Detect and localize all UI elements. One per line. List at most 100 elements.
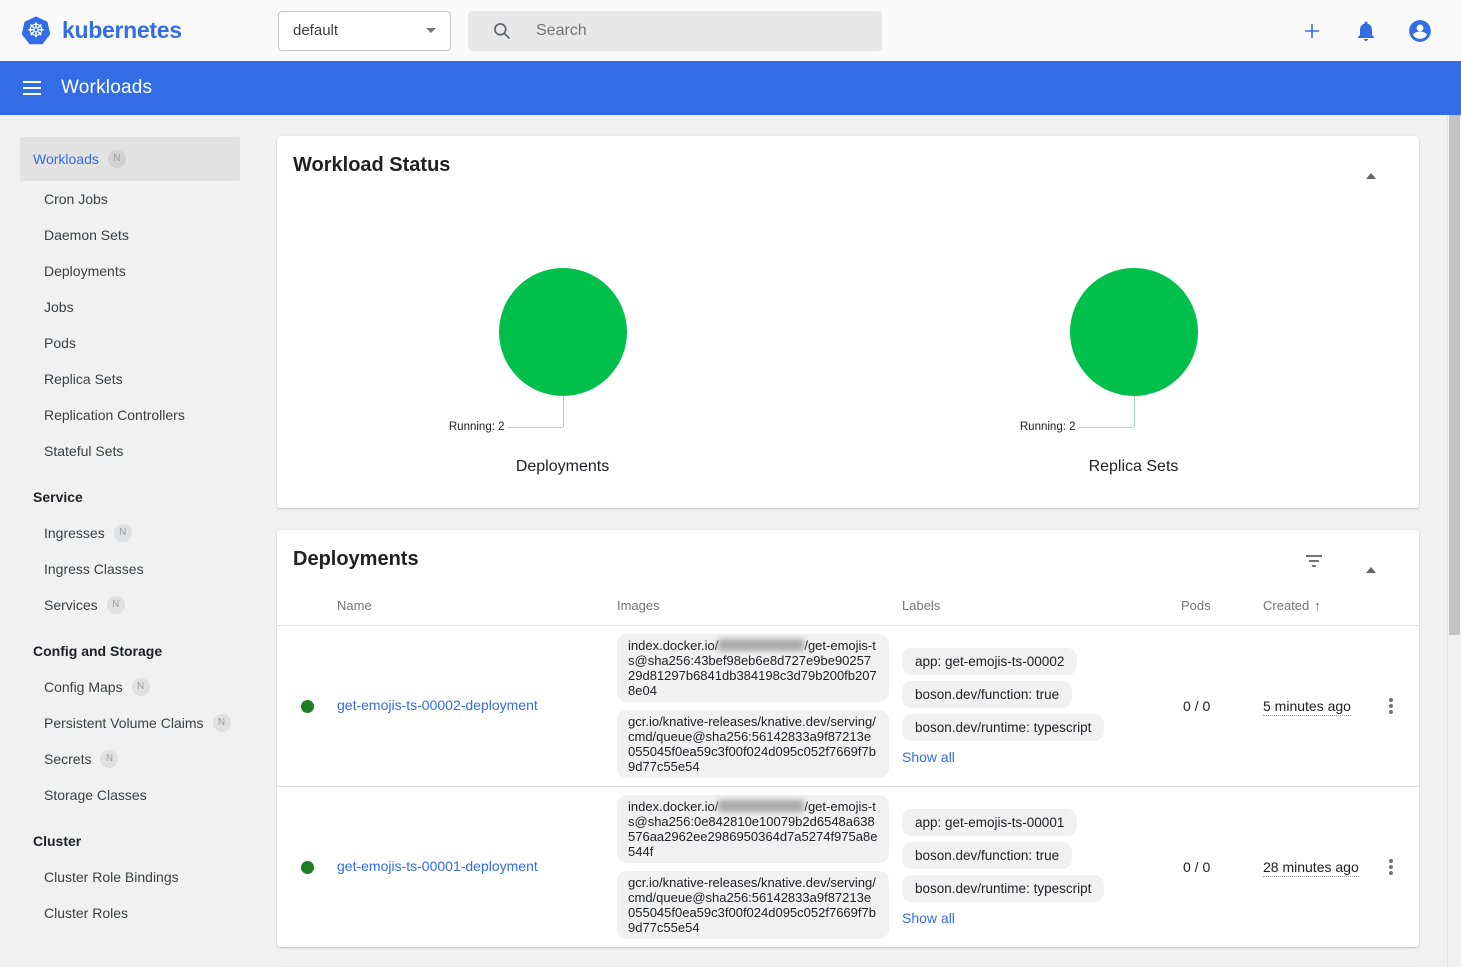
deployment-name-link[interactable]: get-emojis-ts-00002-deployment: [337, 697, 538, 713]
sidebar-item-cron-jobs[interactable]: Cron Jobs: [20, 181, 240, 217]
status-running-icon: [301, 700, 314, 713]
sidebar-item-label: Replica Sets: [44, 371, 123, 387]
sidebar-item-label: Config and Storage: [33, 643, 162, 659]
avatar-icon: [1407, 18, 1433, 44]
sidebar-item-label: Pods: [44, 335, 76, 351]
sidebar-item-label: Ingresses: [44, 525, 105, 541]
status-cell: [277, 861, 337, 874]
column-created[interactable]: Created ↑: [1263, 598, 1363, 613]
deployments-card: Deployments Name Images Labels Pods Crea…: [277, 530, 1419, 947]
label-chip: boson.dev/runtime: typescript: [902, 875, 1104, 902]
namespaced-badge: N: [114, 524, 132, 542]
image-chip: index.docker.io//get-emojis-ts@sha256:43…: [617, 634, 889, 702]
created-relative-time: 28 minutes ago: [1263, 859, 1359, 877]
chevron-up-icon: [1366, 552, 1376, 573]
column-name[interactable]: Name: [337, 598, 617, 613]
created-relative-time: 5 minutes ago: [1263, 698, 1351, 716]
helm-wheel-glyph: ☸: [20, 15, 52, 47]
search-input[interactable]: [536, 22, 836, 40]
label-chip: boson.dev/function: true: [902, 842, 1072, 869]
image-prefix: index.docker.io/: [628, 638, 718, 653]
column-images[interactable]: Images: [617, 598, 902, 613]
sidebar-item-label: Deployments: [44, 263, 126, 279]
workload-chart-replica-sets: Running: 2 Replica Sets: [848, 136, 1419, 508]
app-header: ☸ kubernetes default: [0, 0, 1461, 61]
main-content: Workload Status Running: 2 Deployments R…: [256, 115, 1440, 967]
deployment-name-link[interactable]: get-emojis-ts-00001-deployment: [337, 858, 538, 874]
sidebar-item-label: Daemon Sets: [44, 227, 129, 243]
charts-row: Running: 2 Deployments Running: 2 Replic…: [277, 136, 1419, 508]
sidebar-item-label: Storage Classes: [44, 787, 147, 803]
replica-sets-pie-chart: [1070, 268, 1198, 396]
show-all-labels-link[interactable]: Show all: [902, 749, 955, 765]
action-bar: Workloads: [0, 61, 1461, 115]
sidebar-item-label: Replication Controllers: [44, 407, 185, 423]
workload-chart-deployments: Running: 2 Deployments: [277, 136, 848, 508]
sidebar-item-daemon-sets[interactable]: Daemon Sets: [20, 217, 240, 253]
name-cell: get-emojis-ts-00001-deployment: [337, 858, 617, 876]
row-actions-menu-button[interactable]: [1385, 692, 1397, 720]
brand-name: kubernetes: [62, 17, 182, 44]
bell-icon: [1354, 19, 1378, 43]
sidebar-section-service: Service: [20, 479, 240, 515]
sidebar-item-label: Cluster Role Bindings: [44, 869, 179, 885]
sidebar-item-jobs[interactable]: Jobs: [20, 289, 240, 325]
page-title: Workloads: [61, 77, 152, 99]
create-resource-button[interactable]: [1299, 18, 1325, 44]
sidebar-nav: WorkloadsNCron Jobs Daemon Sets Deployment…: [0, 115, 256, 967]
created-cell: 28 minutes ago: [1263, 859, 1363, 875]
running-count-label: Running: 2: [1020, 421, 1076, 433]
status-cell: [277, 700, 337, 713]
page-scrollbar[interactable]: [1447, 115, 1461, 967]
chart-title: Replica Sets: [848, 458, 1419, 476]
sidebar-item-config-maps[interactable]: Config Maps N: [20, 669, 240, 705]
pods-cell: 0 / 0: [1181, 859, 1263, 875]
collapse-deployments-button[interactable]: [1363, 552, 1379, 564]
notifications-button[interactable]: [1353, 18, 1379, 44]
namespaced-badge: N: [132, 678, 150, 696]
deployments-title: Deployments: [293, 548, 419, 571]
sidebar-item-cluster-role-bindings[interactable]: Cluster Role Bindings: [20, 859, 240, 895]
callout-line-vertical: [563, 396, 564, 427]
menu-toggle-button[interactable]: [20, 76, 44, 100]
callout-line-horizontal: [1079, 427, 1134, 428]
deployments-pie-chart: [499, 268, 627, 396]
scrollbar-thumb[interactable]: [1449, 115, 1460, 635]
actions-cell: [1363, 692, 1419, 720]
name-cell: get-emojis-ts-00002-deployment: [337, 697, 617, 715]
sidebar-item-replication-controllers[interactable]: Replication Controllers: [20, 397, 240, 433]
sidebar-item-label: Persistent Volume Claims: [44, 715, 204, 731]
sidebar-item-label: Config Maps: [44, 679, 123, 695]
sidebar-item-pods[interactable]: Pods: [20, 325, 240, 361]
sidebar-item-label: Secrets: [44, 751, 91, 767]
sidebar-section-cluster: Cluster: [20, 823, 240, 859]
workload-status-card: Workload Status Running: 2 Deployments R…: [277, 136, 1419, 508]
sidebar-item-stateful-sets[interactable]: Stateful Sets: [20, 433, 240, 469]
sidebar-item-ingresses[interactable]: Ingresses N: [20, 515, 240, 551]
kebab-dot: [1389, 698, 1393, 702]
sidebar-item-ingress-classes[interactable]: Ingress Classes: [20, 551, 240, 587]
sidebar-item-storage-classes[interactable]: Storage Classes: [20, 777, 240, 813]
filter-button[interactable]: [1305, 555, 1323, 570]
column-labels[interactable]: Labels: [902, 598, 1181, 613]
column-pods[interactable]: Pods: [1181, 598, 1263, 613]
actions-cell: [1363, 853, 1419, 881]
search-box[interactable]: [468, 11, 882, 51]
sidebar-item-persistent-volume-claims[interactable]: Persistent Volume ClaimsN: [20, 705, 240, 741]
show-all-labels-link[interactable]: Show all: [902, 910, 955, 926]
sidebar-item-workloads[interactable]: WorkloadsN: [20, 137, 240, 181]
sidebar-item-services[interactable]: ServicesN: [20, 587, 240, 623]
sidebar-item-label: Service: [33, 489, 83, 505]
sidebar-item-deployments[interactable]: Deployments: [20, 253, 240, 289]
namespace-select[interactable]: default: [278, 11, 451, 51]
images-cell: index.docker.io//get-emojis-ts@sha256:43…: [617, 634, 902, 778]
redacted-registry-user: [718, 639, 804, 651]
sidebar-item-secrets[interactable]: SecretsN: [20, 741, 240, 777]
sidebar-item-cluster-roles[interactable]: Cluster Roles: [20, 895, 240, 931]
row-actions-menu-button[interactable]: [1385, 853, 1397, 881]
labels-cell: app: get-emojis-ts-00002boson.dev/functi…: [902, 648, 1181, 765]
sidebar-item-label: Cluster Roles: [44, 905, 128, 921]
user-profile-button[interactable]: [1407, 18, 1433, 44]
image-prefix: index.docker.io/: [628, 799, 718, 814]
sidebar-item-replica-sets[interactable]: Replica Sets: [20, 361, 240, 397]
